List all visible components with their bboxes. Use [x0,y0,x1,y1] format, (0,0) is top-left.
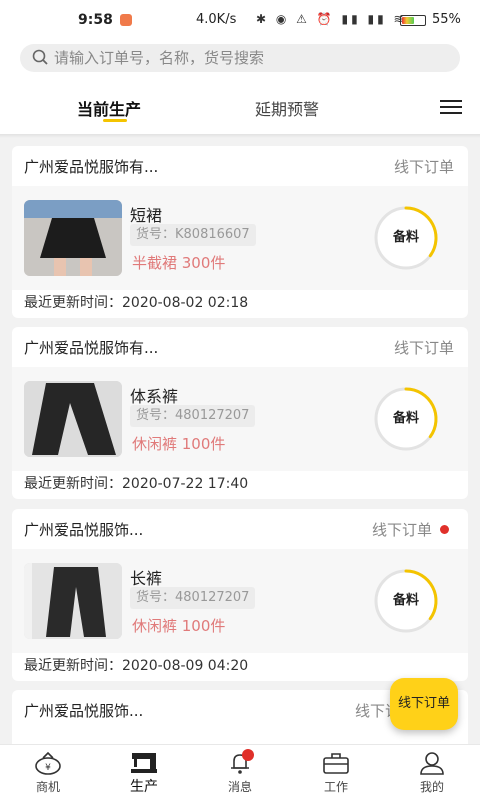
order-card[interactable]: 广州爱品悦服饰... 线下订单 长裤 货号：480127207 休闲裤 100件… [12,509,468,681]
order-type-label: 线下订单 [393,158,454,176]
active-tab-indicator [103,119,127,122]
tab-delay-warning[interactable]: 延期预警 [255,96,319,120]
search-icon [32,49,48,65]
unread-dot [440,525,449,534]
bottom-nav: ¥ 商机 生产 消息 工作 我的 [0,744,480,800]
nav-item-mine[interactable]: 我的 [384,745,480,800]
status-label: 备料 [392,230,419,245]
last-updated: 最近更新时间：2020-08-02 02:18 [24,295,249,311]
sku-tag: 货号：480127207 [130,587,256,609]
quantity-text: 半截裙 300件 [132,254,226,272]
system-status-icons: ✱ ◉ ⚠ ⏰ ▮▮ ▮▮ ≋ [256,12,407,26]
company-name: 广州爱品悦服饰... [24,521,144,539]
nav-label: 消息 [227,780,252,794]
nav-item-business[interactable]: ¥ 商机 [0,745,96,800]
svg-text:¥: ¥ [45,763,51,773]
order-card[interactable]: 广州爱品悦服饰有... 线下订单 短裙 货号：K80816607 半截裙 300… [12,146,468,318]
tab-current-production[interactable]: 当前生产 [77,96,141,120]
product-image [24,563,122,639]
network-speed: 4.0K/s [196,12,237,27]
nav-label: 生产 [130,779,158,795]
app-notification-icon [120,14,132,26]
status-time: 9:58 [78,12,113,28]
company-name: 广州爱品悦服饰有... [24,339,159,357]
search-bar[interactable] [20,44,460,72]
company-name: 广州爱品悦服饰有... [24,158,159,176]
order-type-label: 线下订单 [393,339,454,357]
sku-tag: 货号：480127207 [130,405,256,427]
quantity-text: 休闲裤 100件 [132,435,226,453]
nav-label: 商机 [35,780,60,794]
order-type-label: 线下订单 [371,521,432,539]
quantity-text: 休闲裤 100件 [132,617,226,635]
tab-bar: 当前生产 延期预警 [0,92,480,136]
nav-label: 我的 [419,780,444,794]
status-bar: 9:58 4.0K/s ✱ ◉ ⚠ ⏰ ▮▮ ▮▮ ≋ 55% [0,0,480,40]
battery-icon [400,15,426,26]
product-name: 体系裤 [130,387,179,406]
product-name: 短裙 [130,206,163,225]
offline-order-button[interactable]: 线下订单 [390,678,458,730]
product-image [24,381,122,457]
notification-badge [242,749,254,761]
briefcase-icon [323,753,349,774]
money-bag-icon: ¥ [35,751,61,775]
header: 当前生产 延期预警 [0,40,480,136]
user-icon [420,752,444,775]
product-name: 长裤 [130,569,163,588]
company-name: 广州爱品悦服饰... [24,702,144,720]
nav-label: 工作 [323,780,348,794]
nav-item-production[interactable]: 生产 [96,745,192,800]
status-label: 备料 [392,411,419,426]
sewing-machine-icon [131,753,157,773]
last-updated: 最近更新时间：2020-08-09 04:20 [24,658,249,674]
product-image [24,200,122,276]
battery-percent: 55% [432,12,461,27]
order-card[interactable]: 广州爱品悦服饰有... 线下订单 体系裤 货号：480127207 休闲裤 10… [12,327,468,499]
search-input[interactable] [54,46,444,70]
nav-item-messages[interactable]: 消息 [192,745,288,800]
sku-tag: 货号：K80816607 [130,224,256,246]
status-label: 备料 [392,593,419,608]
nav-item-work[interactable]: 工作 [288,745,384,800]
last-updated: 最近更新时间：2020-07-22 17:40 [24,476,249,492]
menu-icon[interactable] [440,100,462,114]
